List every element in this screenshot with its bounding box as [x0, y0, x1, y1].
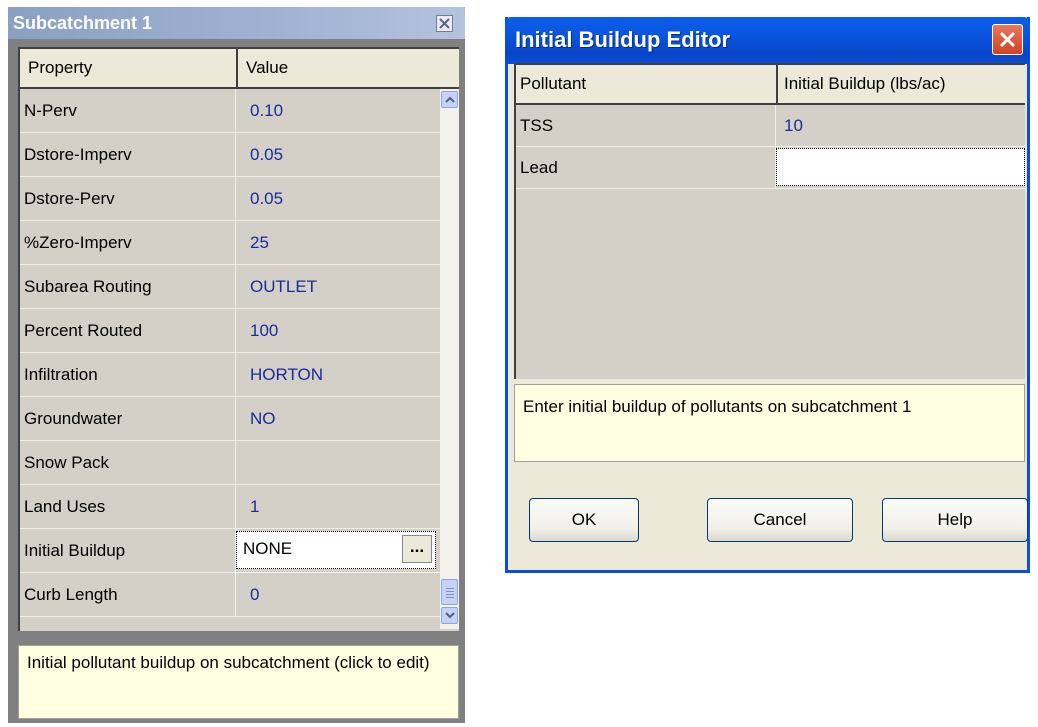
thumb-grip: [446, 594, 454, 595]
initial-buildup-editor-field[interactable]: NONE ...: [236, 531, 436, 569]
property-row-dstore-imperv[interactable]: Dstore-Imperv 0.05: [20, 133, 440, 177]
scroll-up-icon: [445, 96, 455, 103]
property-name: Curb Length: [20, 573, 236, 616]
property-row-n-perv[interactable]: N-Perv 0.10: [20, 89, 440, 133]
property-value[interactable]: NO: [236, 397, 440, 440]
property-row-snow-pack[interactable]: Snow Pack: [20, 441, 440, 485]
pollutant-grid: Pollutant Initial Buildup (lbs/ac) TSS 1…: [514, 63, 1025, 379]
property-row-zero-imperv[interactable]: %Zero-Imperv 25: [20, 221, 440, 265]
column-header-value[interactable]: Value: [238, 49, 459, 87]
scroll-down-icon: [445, 612, 455, 619]
cancel-button[interactable]: Cancel: [707, 498, 853, 542]
property-name: Snow Pack: [20, 441, 236, 484]
property-description: Initial pollutant buildup on subcatchmen…: [18, 645, 459, 719]
pollutant-row-tss[interactable]: TSS 10: [516, 105, 1025, 147]
property-value[interactable]: 0.05: [236, 133, 440, 176]
property-row-initial-buildup[interactable]: Initial Buildup NONE ...: [20, 529, 440, 573]
initial-buildup-value: NONE: [243, 539, 293, 558]
property-name: Subarea Routing: [20, 265, 236, 308]
thumb-grip: [446, 591, 454, 592]
column-header-property[interactable]: Property: [20, 49, 238, 87]
pollutant-name: Lead: [516, 147, 776, 188]
pollutant-grid-header: Pollutant Initial Buildup (lbs/ac): [516, 65, 1025, 105]
scrollbar-thumb[interactable]: [441, 579, 458, 605]
property-grid: Property Value N-Perv 0.10 Dstore-Imperv…: [18, 47, 459, 631]
property-row-percent-routed[interactable]: Percent Routed 100: [20, 309, 440, 353]
property-name: Infiltration: [20, 353, 236, 396]
ok-button[interactable]: OK: [529, 498, 639, 542]
property-grid-header: Property Value: [20, 49, 459, 89]
pollutant-name: TSS: [516, 105, 776, 146]
property-name: Initial Buildup: [20, 529, 236, 572]
property-row-dstore-perv[interactable]: Dstore-Perv 0.05: [20, 177, 440, 221]
close-icon: [999, 31, 1016, 48]
property-row-land-uses[interactable]: Land Uses 1: [20, 485, 440, 529]
property-name: Percent Routed: [20, 309, 236, 352]
property-value[interactable]: HORTON: [236, 353, 440, 396]
help-button[interactable]: Help: [882, 498, 1028, 542]
property-row-groundwater[interactable]: Groundwater NO: [20, 397, 440, 441]
property-value[interactable]: OUTLET: [236, 265, 440, 308]
initial-buildup-input[interactable]: [776, 148, 1025, 186]
property-name: Land Uses: [20, 485, 236, 528]
scroll-up-button[interactable]: [441, 91, 458, 108]
dialog-description: Enter initial buildup of pollutants on s…: [514, 384, 1025, 462]
initial-buildup-editor-dialog: Initial Buildup Editor Pollutant Initial…: [505, 17, 1030, 573]
subcatchment-window: Subcatchment 1 Property Value N-Perv 0.1…: [8, 7, 465, 723]
property-name: Groundwater: [20, 397, 236, 440]
ellipsis-button[interactable]: ...: [402, 535, 432, 563]
property-value[interactable]: 25: [236, 221, 440, 264]
column-header-pollutant[interactable]: Pollutant: [516, 65, 778, 103]
close-icon: [439, 18, 450, 29]
initial-buildup-value[interactable]: 10: [776, 105, 1025, 146]
subcatchment-close-button[interactable]: [436, 15, 453, 32]
property-row-infiltration[interactable]: Infiltration HORTON: [20, 353, 440, 397]
dialog-titlebar[interactable]: Initial Buildup Editor: [505, 17, 1030, 64]
subcatchment-title: Subcatchment 1: [13, 13, 153, 33]
property-name: N-Perv: [20, 89, 236, 132]
property-value[interactable]: 100: [236, 309, 440, 352]
thumb-grip: [446, 597, 454, 598]
column-header-initial-buildup[interactable]: Initial Buildup (lbs/ac): [778, 65, 1025, 103]
thumb-grip: [446, 588, 454, 589]
property-value[interactable]: 0.05: [236, 177, 440, 220]
property-row-subarea-routing[interactable]: Subarea Routing OUTLET: [20, 265, 440, 309]
property-row-curb-length[interactable]: Curb Length 0: [20, 573, 440, 617]
property-grid-scrollbar[interactable]: [440, 89, 459, 629]
property-value[interactable]: 0.10: [236, 89, 440, 132]
dialog-close-button[interactable]: [992, 24, 1023, 55]
property-name: Dstore-Imperv: [20, 133, 236, 176]
property-value[interactable]: 0: [236, 573, 440, 616]
dialog-title: Initial Buildup Editor: [515, 27, 731, 52]
property-value[interactable]: 1: [236, 485, 440, 528]
property-name: %Zero-Imperv: [20, 221, 236, 264]
scroll-down-button[interactable]: [441, 607, 458, 624]
pollutant-row-lead[interactable]: Lead: [516, 147, 1025, 189]
property-name: Dstore-Perv: [20, 177, 236, 220]
property-value[interactable]: [236, 441, 440, 484]
subcatchment-titlebar[interactable]: Subcatchment 1: [8, 7, 465, 39]
